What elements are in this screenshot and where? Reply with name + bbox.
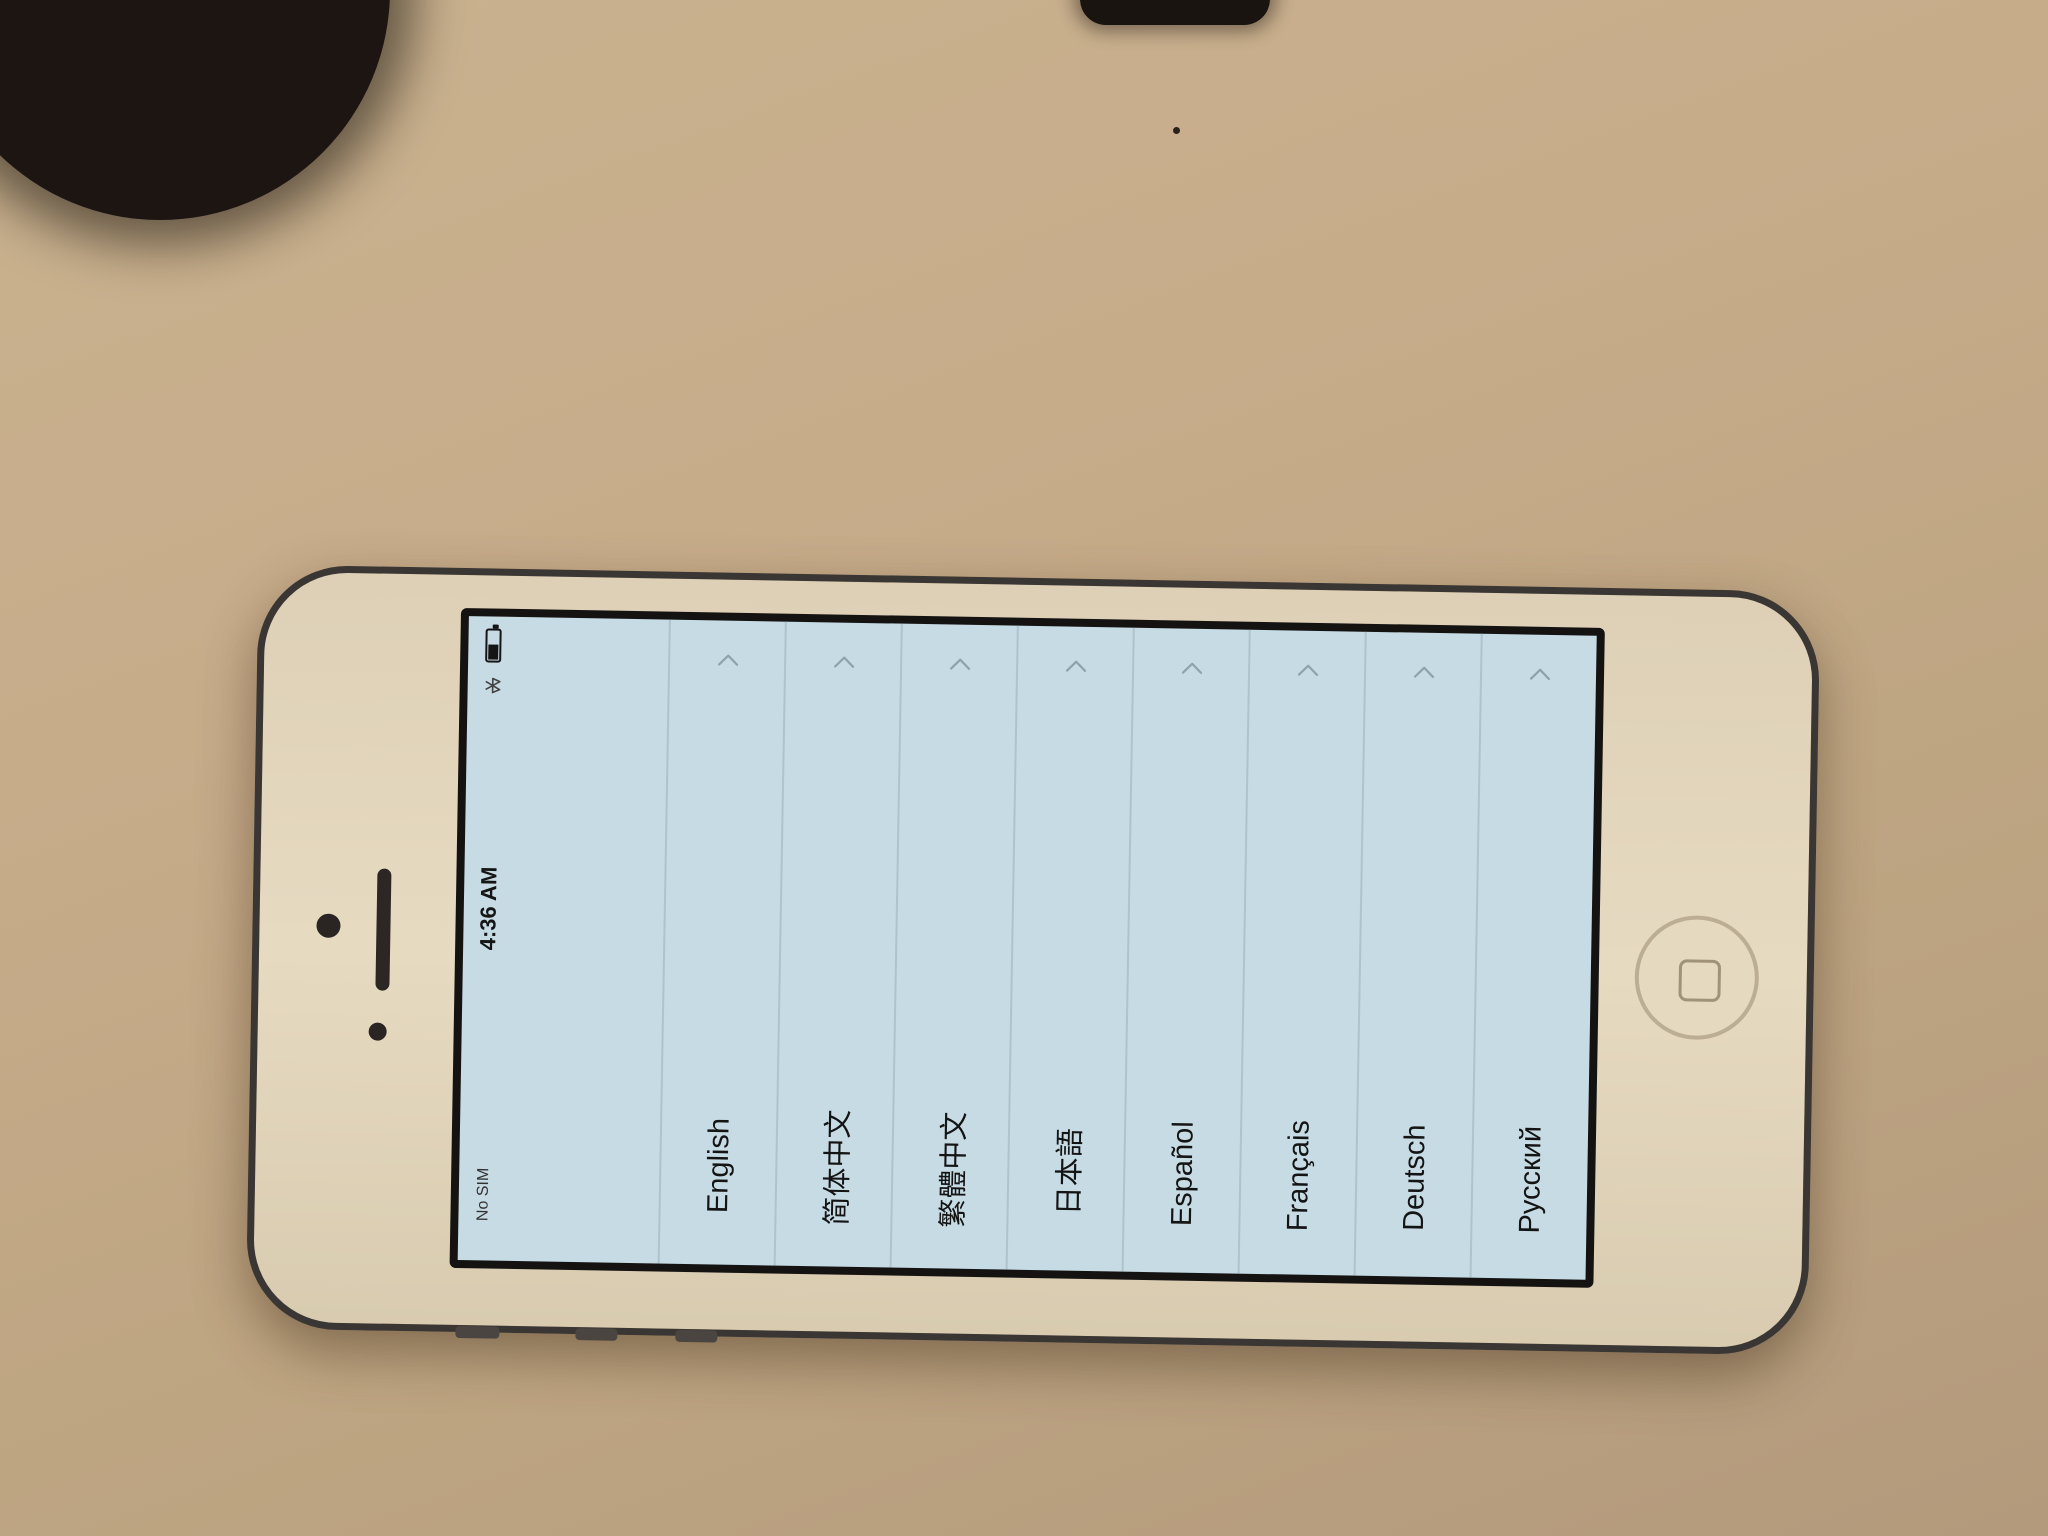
volume-button[interactable] bbox=[455, 1325, 500, 1339]
status-bar: 4:36 AM No SIM bbox=[458, 616, 519, 1261]
language-label: Deutsch bbox=[1397, 1124, 1432, 1232]
chevron-up-icon bbox=[1181, 662, 1203, 674]
language-label: Español bbox=[1165, 1120, 1200, 1227]
language-row[interactable]: English bbox=[657, 619, 785, 1266]
language-row[interactable]: 简体中文 bbox=[773, 621, 901, 1268]
desk-speck bbox=[1173, 127, 1180, 134]
language-list: English 简体中文 繁體中文 日本語 Español Français Deutsch… bbox=[657, 619, 1597, 1280]
language-label: 简体中文 bbox=[821, 1109, 856, 1226]
battery-nub bbox=[492, 624, 499, 629]
language-label: English bbox=[702, 1117, 736, 1214]
desk-shadow bbox=[0, 0, 390, 220]
battery-fill bbox=[488, 644, 499, 660]
chevron-up-icon bbox=[1065, 660, 1087, 672]
chevron-up-icon bbox=[1413, 666, 1435, 679]
bluetooth-icon bbox=[485, 677, 501, 694]
language-label: 繁體中文 bbox=[937, 1111, 972, 1228]
language-row[interactable]: Deutsch bbox=[1353, 631, 1481, 1278]
home-square-icon bbox=[1678, 959, 1722, 1003]
volume-button[interactable] bbox=[575, 1328, 618, 1341]
earpiece-speaker bbox=[375, 868, 392, 991]
mute-switch[interactable] bbox=[675, 1329, 718, 1343]
chevron-up-icon bbox=[1297, 664, 1319, 677]
language-label: 日本語 bbox=[1053, 1127, 1088, 1216]
chevron-up-icon bbox=[1529, 668, 1551, 681]
language-label: Русский bbox=[1513, 1125, 1548, 1234]
language-row[interactable]: 日本語 bbox=[1005, 625, 1133, 1272]
language-row[interactable]: 繁體中文 bbox=[889, 623, 1017, 1270]
desk-object bbox=[1080, 0, 1270, 25]
battery-icon bbox=[485, 624, 502, 663]
chevron-up-icon bbox=[949, 658, 971, 670]
chevron-up-icon bbox=[718, 654, 739, 666]
screen: 4:36 AM No SIM English 简体中文 繁體中文 日本語 Español… bbox=[457, 616, 1597, 1280]
phone: 4:36 AM No SIM English 简体中文 繁體中文 日本語 Español… bbox=[245, 564, 1821, 1356]
chevron-up-icon bbox=[833, 656, 855, 668]
language-label: Français bbox=[1281, 1119, 1316, 1232]
status-time: 4:36 AM bbox=[475, 866, 502, 951]
status-carrier: No SIM bbox=[474, 1167, 493, 1222]
language-row[interactable]: Русский bbox=[1469, 633, 1597, 1280]
language-row[interactable]: Español bbox=[1121, 627, 1249, 1274]
language-row[interactable]: Français bbox=[1237, 629, 1365, 1276]
